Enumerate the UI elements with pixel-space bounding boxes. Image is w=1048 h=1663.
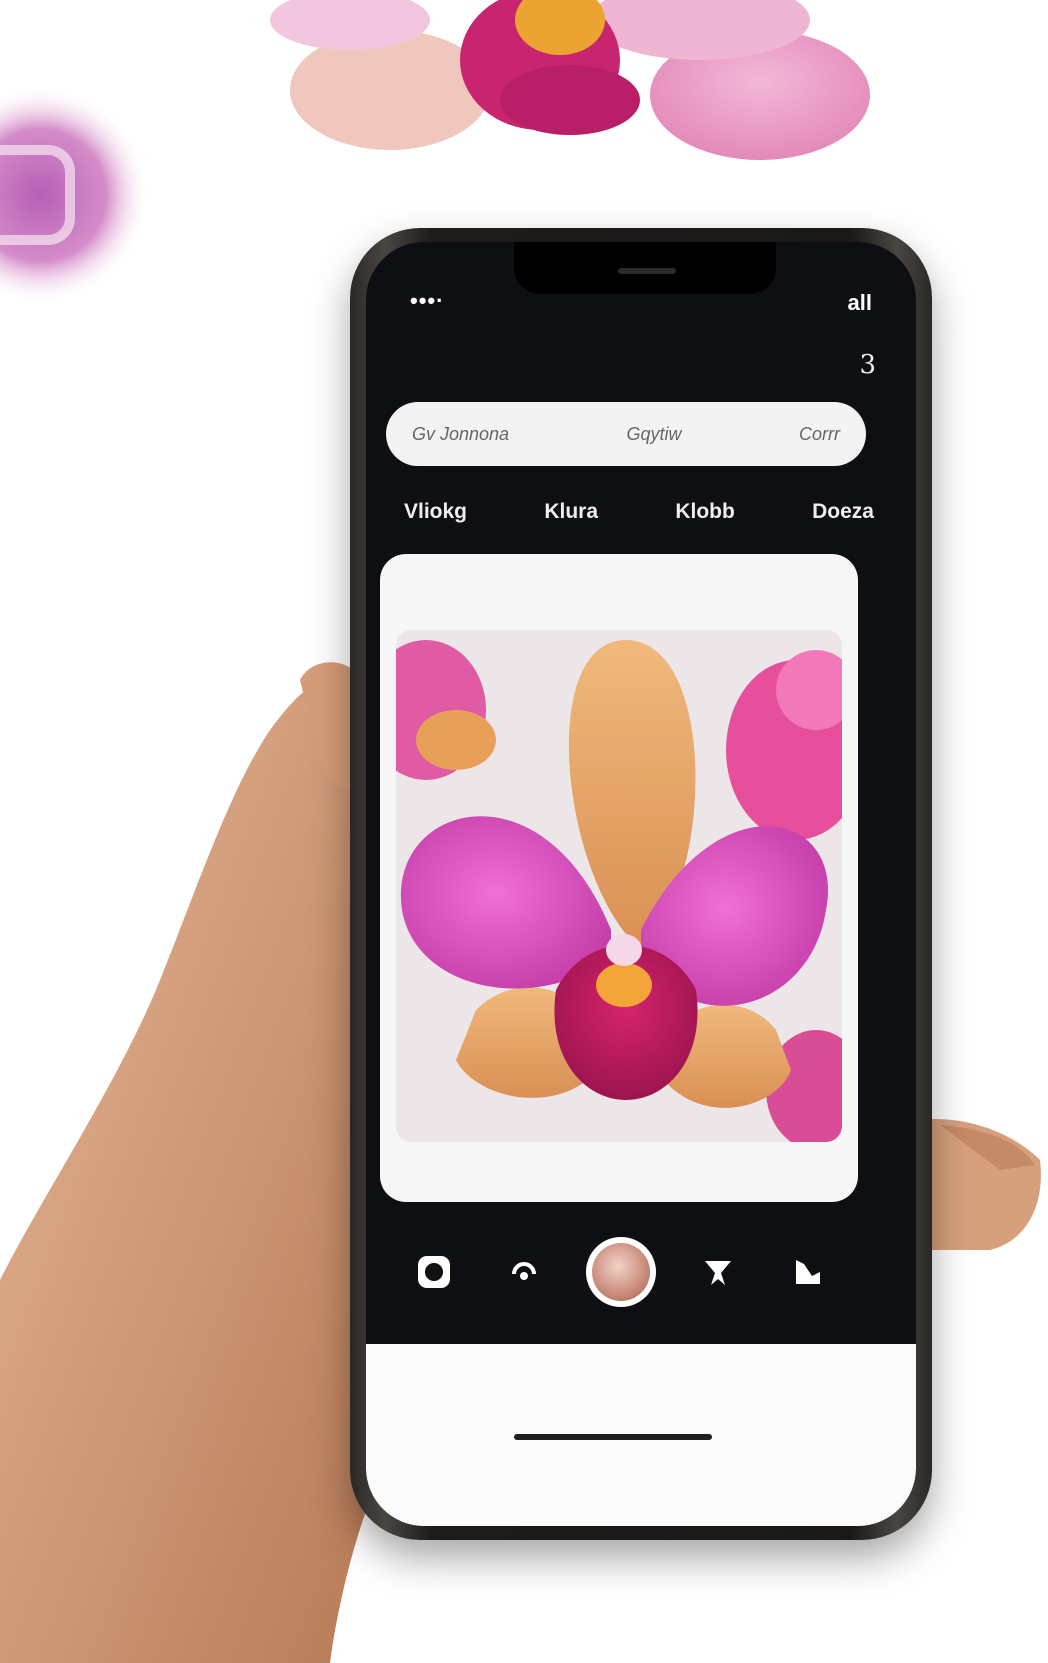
photo-card[interactable] [380,554,858,1202]
tab-4[interactable]: Doeza [812,500,874,524]
notch [514,242,776,294]
search-middle-text: Gqytiw [626,423,682,444]
phone-screen: •••· all 3 Gv Jonnona Gqytiw Corrr Vliok… [366,242,916,1526]
search-left-text: Gv Jonnona [412,423,510,444]
speaker [618,268,676,274]
status-bar-right: all [847,290,872,315]
category-tabs: Vliokg Klura Klobb Doeza [404,500,874,524]
orchid-image [396,630,842,1142]
tab-1[interactable]: Vliokg [404,500,467,524]
bookmark-icon[interactable] [690,1244,746,1300]
status-bar-left: •••· [410,288,445,313]
menu-icon[interactable]: 3 [859,350,876,380]
orchid-photo[interactable] [396,630,842,1142]
tab-2[interactable]: Klura [544,500,598,524]
scene: •••· all 3 Gv Jonnona Gqytiw Corrr Vliok… [0,0,1048,1663]
gallery-icon[interactable] [406,1244,462,1300]
camera-toolbar [406,1232,836,1312]
crop-icon[interactable] [780,1244,836,1300]
tab-3[interactable]: Klobb [675,500,734,524]
search-bar[interactable]: Gv Jonnona Gqytiw Corrr [386,402,866,466]
capture-preview [592,1243,650,1301]
search-right-text: Corrr [799,423,840,444]
home-indicator[interactable] [514,1434,712,1440]
top-orchid-decoration [270,0,870,160]
smartphone: •••· all 3 Gv Jonnona Gqytiw Corrr Vliok… [350,228,932,1540]
rotate-icon[interactable] [496,1244,552,1300]
capture-button[interactable] [586,1237,656,1307]
